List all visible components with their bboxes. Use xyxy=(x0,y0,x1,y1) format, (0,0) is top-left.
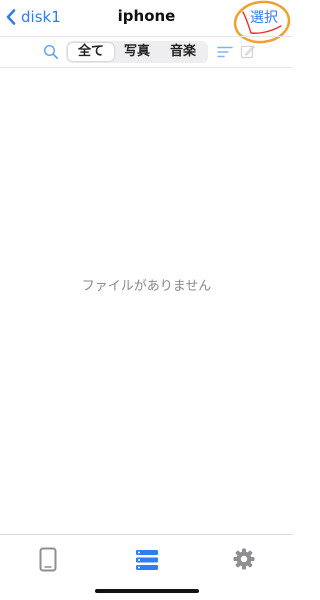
files-list-icon[interactable] xyxy=(136,550,158,570)
chevron-left-icon xyxy=(6,9,16,25)
category-segmented-control: 全て 写真 音楽 xyxy=(66,41,208,63)
navigation-bar: disk1 iphone 選択 xyxy=(0,0,293,44)
back-button[interactable]: disk1 xyxy=(6,6,61,28)
edit-icon[interactable] xyxy=(240,44,256,60)
search-icon[interactable] xyxy=(43,44,59,60)
back-button-label: disk1 xyxy=(21,8,61,26)
segment-photos[interactable]: 写真 xyxy=(114,43,160,61)
sort-icon[interactable] xyxy=(217,46,233,58)
segment-all[interactable]: 全て xyxy=(68,43,114,61)
empty-state-message: ファイルがありません xyxy=(81,279,212,294)
device-icon[interactable] xyxy=(39,547,57,572)
segment-music[interactable]: 音楽 xyxy=(160,43,206,61)
select-button[interactable]: 選択 xyxy=(250,7,278,27)
screen: disk1 iphone 選択 全て 写真 音楽 ファイルがありません xyxy=(0,0,293,600)
home-indicator[interactable] xyxy=(95,589,199,593)
settings-icon[interactable] xyxy=(233,548,255,570)
filter-bar: 全て 写真 音楽 xyxy=(0,36,293,68)
